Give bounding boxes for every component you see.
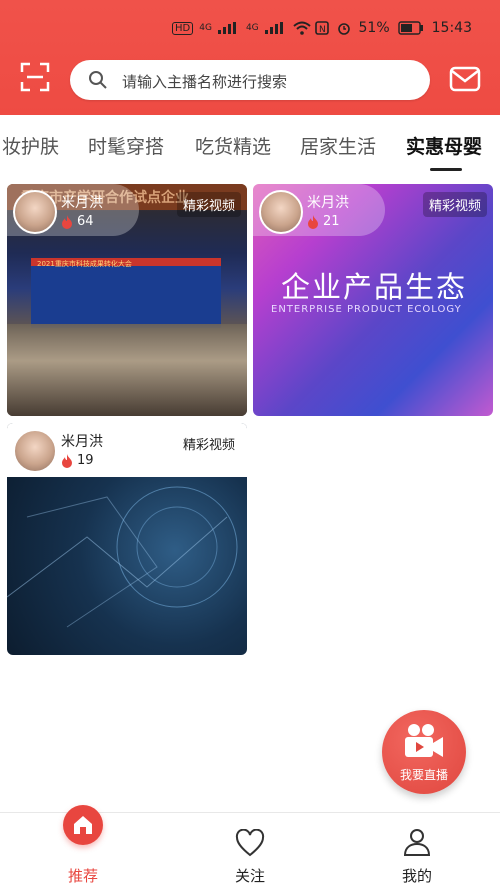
- highlight-badge: 精彩视频: [182, 438, 235, 453]
- heat-value: 21: [323, 214, 340, 229]
- network-4g-1: 4G: [199, 23, 212, 33]
- bottom-nav: 推荐 关注 我的: [0, 805, 500, 891]
- mail-icon[interactable]: [449, 65, 481, 93]
- tab-underline: [430, 168, 462, 171]
- tab-fashion[interactable]: 时髦穿搭: [88, 132, 164, 159]
- category-tabs: 妆护肤 时髦穿搭 吃货精选 居家生活 实惠母婴: [0, 115, 500, 177]
- wifi-icon: [292, 21, 311, 35]
- video-camera-icon: [405, 724, 443, 757]
- highlight-badge: 精彩视频: [176, 192, 241, 217]
- nfc-icon: N: [314, 21, 329, 35]
- streamer-name: 米月洪: [61, 195, 103, 211]
- nav-follow[interactable]: 关注: [200, 813, 300, 891]
- signal-icon-2: [264, 22, 287, 34]
- flame-icon: [62, 214, 72, 229]
- status-right: N 51% 15:43: [314, 20, 472, 36]
- tab-mother-baby[interactable]: 实惠母婴: [406, 132, 482, 159]
- search-icon: [89, 71, 107, 89]
- highlight-badge: 精彩视频: [422, 192, 487, 217]
- stage-screen: 2021重庆市科技成果转化大会: [31, 258, 221, 328]
- svg-text:N: N: [319, 25, 326, 35]
- user-icon: [403, 829, 431, 856]
- header: HD 4G 4G N 51% 15:43 请输入主播名称进行搜索: [0, 0, 500, 115]
- alarm-icon: [337, 23, 350, 35]
- audience: [7, 324, 247, 416]
- avatar[interactable]: [13, 190, 57, 234]
- nav-mine[interactable]: 我的: [367, 813, 467, 891]
- card-subtitle: ENTERPRISE PRODUCT ECOLOGY: [271, 304, 462, 315]
- nav-recommend[interactable]: 推荐: [33, 805, 133, 891]
- video-card-1[interactable]: 重庆市产学研合作试点企业 2021重庆市科技成果转化大会 米月洪 64 精彩视频: [7, 184, 247, 416]
- signal-icon: [217, 22, 240, 34]
- search-bar[interactable]: 请输入主播名称进行搜索: [70, 60, 430, 100]
- stage-title: 2021重庆市科技成果转化大会: [37, 260, 132, 268]
- battery-percent: 51%: [358, 20, 390, 36]
- avatar[interactable]: [13, 429, 57, 473]
- heat-value: 19: [77, 453, 94, 468]
- go-live-button[interactable]: 我要直播: [382, 710, 466, 794]
- nav-follow-label: 关注: [234, 867, 265, 885]
- flame-icon: [308, 214, 318, 229]
- heart-icon: [235, 829, 265, 857]
- avatar[interactable]: [259, 190, 303, 234]
- video-card-2[interactable]: 米月洪 21 精彩视频 企业产品生态 ENTERPRISE PRODUCT EC…: [253, 184, 493, 416]
- streamer-name: 米月洪: [307, 195, 349, 211]
- nav-recommend-label: 推荐: [67, 867, 98, 885]
- heat-count: 64: [61, 214, 94, 229]
- home-icon-bg: [63, 805, 103, 845]
- tab-food[interactable]: 吃货精选: [195, 132, 271, 159]
- flame-icon: [62, 453, 72, 468]
- network-4g-2: 4G: [245, 23, 259, 33]
- nav-mine-label: 我的: [401, 867, 432, 885]
- status-left: HD 4G 4G: [172, 21, 311, 35]
- heat-value: 64: [77, 214, 94, 229]
- streamer-name: 米月洪: [61, 434, 103, 450]
- card-title: 企业产品生态: [281, 270, 468, 304]
- scan-icon[interactable]: [20, 62, 50, 92]
- go-live-label: 我要直播: [399, 768, 448, 782]
- battery-icon: [397, 21, 423, 35]
- hd-indicator: HD: [172, 21, 194, 35]
- tab-skincare[interactable]: 妆护肤: [2, 132, 59, 159]
- search-input[interactable]: 请输入主播名称进行搜索: [122, 71, 287, 92]
- home-icon: [74, 816, 92, 834]
- heat-count: 21: [307, 214, 340, 229]
- tab-home[interactable]: 居家生活: [300, 132, 376, 159]
- clock: 15:43: [431, 20, 472, 36]
- heat-count: 19: [61, 453, 94, 468]
- status-bar: HD 4G 4G N 51% 15:43: [0, 0, 500, 58]
- tech-graphic: [7, 486, 238, 628]
- video-card-3[interactable]: 米月洪 19 精彩视频: [7, 423, 247, 655]
